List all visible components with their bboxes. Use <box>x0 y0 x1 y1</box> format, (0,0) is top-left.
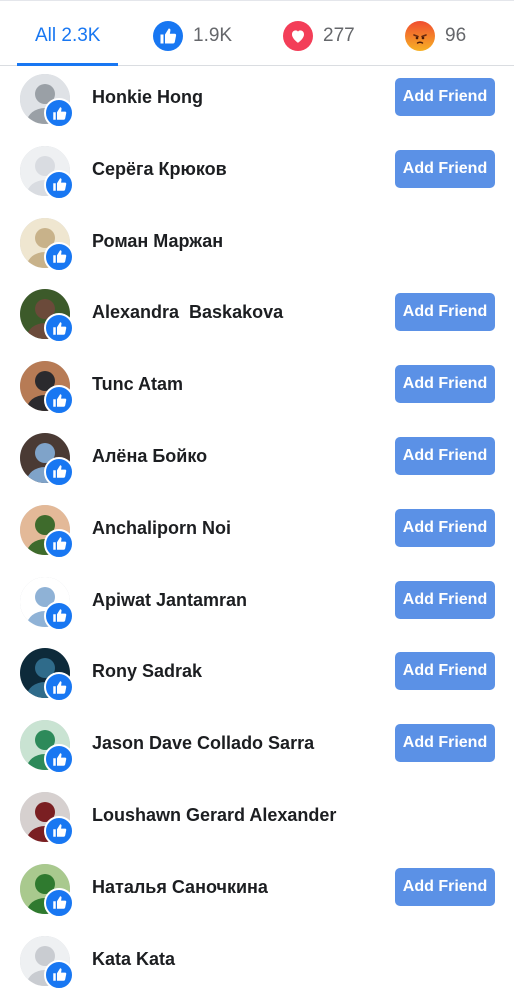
reactor-row: Anchaliporn Noi Add Friend <box>0 497 514 569</box>
tab-all[interactable]: All 2.3K <box>16 6 120 66</box>
avatar-wrapper[interactable] <box>20 863 74 918</box>
love-reaction-icon <box>283 20 313 51</box>
reactor-name[interactable]: Tunc Atam <box>92 353 183 415</box>
like-badge-icon <box>44 241 74 272</box>
add-friend-button[interactable]: Add Friend <box>395 78 495 116</box>
avatar-wrapper[interactable] <box>20 791 74 846</box>
reactor-name[interactable]: Rony Sadrak <box>92 640 202 702</box>
tab-angry[interactable]: 96 <box>405 6 466 65</box>
like-badge-icon <box>44 456 74 487</box>
like-badge-icon <box>44 313 74 344</box>
angry-reaction-icon <box>405 20 435 51</box>
avatar-wrapper[interactable] <box>20 935 74 990</box>
tab-love[interactable]: 277 <box>283 6 355 65</box>
reactor-name[interactable]: Loushawn Gerard Alexander <box>92 784 336 846</box>
avatar-wrapper[interactable] <box>20 720 74 775</box>
reactor-name[interactable]: Apiwat Jantamran <box>92 569 247 631</box>
reactor-row: Loushawn Gerard AlexanderAdd Friend <box>0 784 514 856</box>
avatar-wrapper[interactable] <box>20 361 74 416</box>
add-friend-button[interactable]: Add Friend <box>395 652 495 691</box>
like-badge-icon <box>44 600 74 631</box>
add-friend-button[interactable]: Add Friend <box>395 365 495 404</box>
add-friend-button[interactable]: Add Friend <box>395 867 495 906</box>
reactor-name[interactable]: Anchaliporn Noi <box>92 497 231 559</box>
reactor-row: Honkie Hong Add Friend <box>0 66 514 138</box>
like-badge-icon <box>44 744 74 775</box>
add-friend-button[interactable]: Add Friend <box>395 724 495 763</box>
reactions-list: Honkie Hong Add Friend Серёга Крюков Add Fr… <box>0 66 514 999</box>
reactor-name[interactable]: Алёна Бойко <box>92 425 207 487</box>
reactor-row: Tunc Atam Add Friend <box>0 353 514 425</box>
reactor-row: Rony Sadrak Add Friend <box>0 640 514 712</box>
avatar-wrapper[interactable] <box>20 504 74 559</box>
reactor-name[interactable]: Jason Dave Collado Sarra <box>92 712 314 774</box>
avatar-wrapper[interactable] <box>20 648 74 703</box>
reactor-row: Apiwat Jantamran Add Friend <box>0 569 514 641</box>
reactor-row: Наталья Саночкина Add Friend <box>0 856 514 928</box>
reaction-tabs: All 2.3K 1.9K 277 96 <box>0 6 514 66</box>
like-badge-icon <box>44 672 74 703</box>
avatar-wrapper[interactable] <box>20 576 74 631</box>
tab-angry-count: 96 <box>445 24 467 46</box>
tab-love-count: 277 <box>323 24 355 46</box>
reactor-name[interactable]: Alexandra Baskakova <box>92 281 283 343</box>
reactor-row: Роман МаржанAdd Friend <box>0 210 514 282</box>
tab-like[interactable]: 1.9K <box>153 6 232 65</box>
avatar-wrapper[interactable] <box>20 289 74 344</box>
reactor-row: Алёна Бойко Add Friend <box>0 425 514 497</box>
reactor-row: Alexandra Baskakova Add Friend <box>0 281 514 353</box>
reactor-row: Серёга Крюков Add Friend <box>0 138 514 210</box>
avatar-wrapper[interactable] <box>20 432 74 487</box>
tab-all-label: All 2.3K <box>35 24 101 46</box>
like-badge-icon <box>44 887 74 918</box>
avatar-wrapper[interactable] <box>20 145 74 200</box>
like-badge-icon <box>44 169 74 200</box>
add-friend-button[interactable]: Add Friend <box>395 508 495 547</box>
like-reaction-icon <box>153 20 183 51</box>
like-badge-icon <box>44 98 74 128</box>
reactor-name[interactable]: Серёга Крюков <box>92 138 227 200</box>
add-friend-button[interactable]: Add Friend <box>395 149 495 188</box>
like-badge-icon <box>44 959 74 990</box>
like-badge-icon <box>44 815 74 846</box>
add-friend-button[interactable]: Add Friend <box>395 580 495 619</box>
like-badge-icon <box>44 385 74 416</box>
avatar-wrapper[interactable] <box>20 74 74 128</box>
reactor-name[interactable]: Роман Маржан <box>92 210 223 272</box>
reactor-row: Jason Dave Collado Sarra Add Friend <box>0 712 514 784</box>
reactor-name[interactable]: Kata Kata <box>92 928 175 990</box>
reactor-name[interactable]: Наталья Саночкина <box>92 856 268 918</box>
add-friend-button[interactable]: Add Friend <box>395 436 495 475</box>
reactor-row: Kata KataAdd Friend <box>0 928 514 999</box>
add-friend-button[interactable]: Add Friend <box>395 293 495 332</box>
avatar-wrapper[interactable] <box>20 217 74 272</box>
tab-like-count: 1.9K <box>193 24 233 46</box>
like-badge-icon <box>44 528 74 559</box>
reactor-name[interactable]: Honkie Hong <box>92 66 203 128</box>
